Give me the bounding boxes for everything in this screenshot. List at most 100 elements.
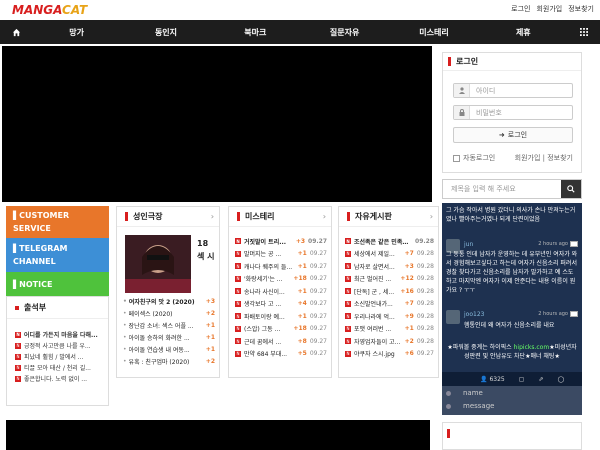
list-item[interactable]: N 피났네 휠힘 / 발에서 ...	[15, 351, 107, 362]
nav-item-qna[interactable]: 질문자유	[300, 27, 389, 38]
notice-link[interactable]: hipicks.com	[514, 344, 550, 351]
list-item[interactable]: N '화랑세기'는 ... +18 09.27	[235, 273, 327, 286]
featured-thumbnail[interactable]	[125, 235, 191, 293]
list-item[interactable]: N 말머지는 공 ... +1 09.27	[235, 248, 327, 261]
list-item[interactable]: N 긍정적 사고만큼 나를 우...	[15, 340, 107, 351]
comment-count: +1	[205, 321, 215, 329]
message-icon	[446, 403, 451, 409]
list-item[interactable]: N 티끌 모아 태산 / 천리 길...	[15, 362, 107, 373]
list-item[interactable]: • 유혹 : 친구엄마 (2020) +2	[123, 355, 215, 367]
auto-login-checkbox[interactable]: 자동로그인	[453, 153, 495, 163]
login-button[interactable]: ➜ 로그인	[453, 127, 573, 143]
list-item[interactable]: • 페이섹스 (2020) +2	[123, 307, 215, 319]
board-free: 자유게시판 › N 조선족은 같은 민족... 09.28 N 세상에서 제일... +7…	[338, 206, 439, 378]
new-badge-icon: N	[345, 350, 351, 357]
chat-message-field[interactable]: message	[446, 402, 494, 410]
list-item[interactable]: N 좋은합니다. 노력 없이 ...	[15, 373, 107, 384]
list-item[interactable]: N [단독] 군 , 세... +16 09.28	[345, 285, 434, 298]
featured-title[interactable]: 18 섹 시	[197, 237, 217, 263]
nav-item-doujin[interactable]: 동인지	[121, 27, 210, 38]
post-date: 09.27	[309, 325, 327, 333]
window-icon[interactable]: ▢	[519, 376, 525, 383]
bullet-icon: •	[123, 321, 127, 329]
comment-count: +7	[404, 300, 414, 308]
chevron-right-icon[interactable]: ›	[430, 212, 433, 221]
list-item[interactable]: N (스압) 그동 ... +18 09.27	[235, 323, 327, 336]
chat-search-input[interactable]: 제목을 입력 해 주세요	[443, 180, 561, 198]
bullet-icon: •	[123, 357, 127, 365]
list-item[interactable]: N 우리나라에 억... +9 09.28	[345, 310, 434, 323]
find-link-2[interactable]: 정보찾기	[547, 154, 573, 162]
notice-text: ★파워볼 중계는 하이픽스	[447, 344, 514, 351]
register-link-2[interactable]: 회원가입	[515, 154, 541, 162]
register-link[interactable]: 회원가입	[536, 4, 562, 14]
search-icon[interactable]	[561, 180, 581, 198]
list-item-title: 조선족은 같은 민족...	[354, 238, 410, 246]
popout-icon[interactable]: ⇗	[538, 376, 543, 383]
list-item[interactable]: • 아이돌 승하의 화려한 ... +1	[123, 331, 215, 343]
chevron-right-icon[interactable]: ›	[323, 212, 326, 221]
site-logo[interactable]: MANGACAT	[12, 3, 132, 17]
new-badge-icon: N	[345, 275, 351, 282]
chat-name-field[interactable]: name	[446, 389, 483, 397]
id-field[interactable]: 아이디	[453, 83, 573, 98]
list-item-title: 세상에서 제일...	[354, 251, 395, 259]
flag-icon	[570, 311, 578, 317]
comment-count: +2	[404, 337, 414, 345]
list-item[interactable]: • 아이돌 연습생 내 여동... +1	[123, 343, 215, 355]
post-date: 09.27	[309, 350, 327, 358]
list-item-title: [단독] 군 , 세...	[354, 288, 395, 296]
new-badge-icon: N	[15, 331, 21, 338]
nav-item-bookmark[interactable]: 북마크	[211, 27, 300, 38]
list-item[interactable]: N 조선족은 같은 민족... 09.28	[345, 235, 434, 248]
list-item-title: 페이섹스 (2020)	[128, 310, 173, 318]
list-item[interactable]: N 남자로 살면서... +3 09.28	[345, 260, 434, 273]
notice-button[interactable]: ▌ NOTICE	[6, 272, 109, 296]
customer-service-button[interactable]: ▌CUSTOMER SERVICE	[6, 206, 109, 238]
nav-item-mystery[interactable]: 미스테리	[389, 27, 478, 38]
list-item[interactable]: N 최근 벌어진 ... +12 09.28	[345, 273, 434, 286]
list-item-title: (스압) 그동 ...	[244, 326, 281, 334]
list-item[interactable]: N 송나라 사신이... +1 09.27	[235, 285, 327, 298]
post-date: 09.28	[416, 250, 434, 258]
list-item[interactable]: N 어디를 가든지 마음을 다해...	[15, 329, 107, 340]
list-item-title: 포맷 여러번 ...	[354, 326, 392, 334]
password-field[interactable]: 비밀번호	[453, 105, 573, 120]
telegram-label: TELEGRAM CHANNEL	[13, 244, 68, 266]
list-item[interactable]: N 캐나다 퀘주의 들... +1 09.27	[235, 260, 327, 273]
bottom-video-banner[interactable]	[6, 420, 430, 450]
login-title: 로그인	[456, 57, 479, 66]
comment-count: +4	[297, 300, 307, 308]
list-item[interactable]: N 세상에서 제일... +7 09.28	[345, 248, 434, 261]
nav-item-partner[interactable]: 제휴	[479, 27, 568, 38]
board-header: 미스테리 ›	[229, 207, 331, 227]
list-item[interactable]: N 야쿠자 스시.jpg +6 09.27	[345, 348, 434, 361]
list-item[interactable]: N 생각보다 고 ... +4 09.27	[235, 298, 327, 311]
list-item[interactable]: N 자영업자들이 고... +2 09.28	[345, 335, 434, 348]
list-item[interactable]: N 포맷 여러번 ... +1 09.28	[345, 323, 434, 336]
find-info-link[interactable]: 정보찾기	[568, 4, 594, 14]
chat-username: joo123	[464, 311, 485, 318]
list-item[interactable]: N 파배토이랑 예... +1 09.27	[235, 310, 327, 323]
new-badge-icon: N	[235, 338, 241, 345]
list-item-title: 말머지는 공 ...	[244, 251, 282, 259]
bottom-right-panel	[442, 422, 582, 450]
video-banner[interactable]	[2, 46, 432, 202]
nav-item-manga[interactable]: 망가	[32, 27, 121, 38]
telegram-channel-button[interactable]: ▌TELEGRAM CHANNEL	[6, 238, 109, 272]
list-item-title: 유혹 : 친구엄마 (2020)	[128, 358, 190, 366]
home-icon[interactable]	[0, 20, 32, 44]
settings-icon[interactable]: ◯	[557, 376, 564, 383]
new-badge-icon: N	[235, 313, 241, 320]
list-item[interactable]: N 소신발언내가... +7 09.28	[345, 298, 434, 311]
login-link[interactable]: 로그인	[511, 4, 530, 14]
list-item[interactable]: N 근데 꿈에서 ... +8 09.27	[235, 335, 327, 348]
list-item[interactable]: • 여자친구의 맛 2 (2020) +3	[123, 295, 215, 307]
post-date: 09.27	[309, 287, 327, 295]
list-item[interactable]: • 장난감 소녀: 섹스 어플 ... +1	[123, 319, 215, 331]
chevron-right-icon[interactable]: ›	[211, 212, 214, 221]
comment-count: +6	[404, 350, 414, 358]
grid-menu-icon[interactable]	[568, 28, 600, 36]
list-item[interactable]: N 만약 684 부대... +5 09.27	[235, 348, 327, 361]
list-item[interactable]: N 거짓말이 트리... +3 09.27	[235, 235, 327, 248]
